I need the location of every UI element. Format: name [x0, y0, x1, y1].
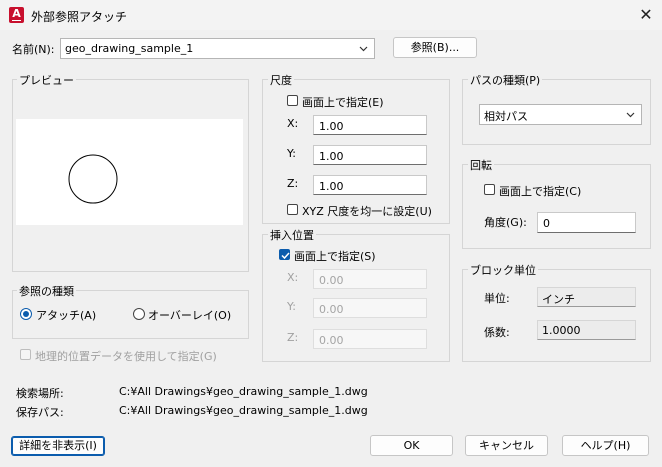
reference-type-title: 参照の種類 — [17, 283, 76, 299]
saved-path-value: C:¥All Drawings¥geo_drawing_sample_1.dwg — [119, 404, 368, 417]
overlay-label: オーバーレイ(O) — [148, 309, 232, 322]
factor-label: 係数: — [484, 326, 510, 339]
preview-title: プレビュー — [17, 72, 76, 88]
rotation-title: 回転 — [468, 157, 494, 173]
insertion-x-input[interactable]: 0.00 — [313, 269, 427, 289]
chevron-down-icon — [626, 112, 635, 118]
unit-label: 単位: — [484, 292, 510, 305]
rotation-screen-checkbox[interactable] — [484, 184, 495, 195]
insertion-z-input[interactable]: 0.00 — [313, 329, 427, 349]
attach-label: アタッチ(A) — [36, 309, 97, 322]
block-unit-group — [462, 269, 651, 362]
scale-z-label: Z: — [287, 177, 299, 190]
scale-y-label: Y: — [287, 147, 296, 160]
rotation-group — [462, 164, 651, 249]
unit-value-field: インチ — [537, 287, 636, 307]
window-title: 外部参照アタッチ — [31, 10, 128, 24]
overlay-radio[interactable] — [133, 308, 145, 320]
browse-button[interactable]: 参照(B)... — [393, 37, 477, 58]
rotation-screen-label: 画面上で指定(C) — [499, 185, 582, 198]
scale-screen-label: 画面上で指定(E) — [302, 96, 384, 109]
geo-location-checkbox[interactable] — [20, 349, 31, 360]
drawing-preview-image — [68, 154, 118, 204]
name-value: geo_drawing_sample_1 — [65, 42, 194, 55]
ok-button[interactable]: OK — [370, 435, 453, 456]
saved-path-label: 保存パス: — [16, 406, 64, 419]
insertion-screen-label: 画面上で指定(S) — [294, 250, 376, 263]
scale-title: 尺度 — [268, 72, 294, 88]
scale-x-input[interactable]: 1.00 — [313, 115, 427, 135]
found-in-path: C:¥All Drawings¥geo_drawing_sample_1.dwg — [119, 385, 368, 398]
hide-details-button[interactable]: 詳細を非表示(I) — [11, 436, 105, 456]
cancel-button[interactable]: キャンセル — [465, 435, 548, 456]
attach-radio[interactable] — [20, 308, 32, 320]
insertion-y-input[interactable]: 0.00 — [313, 298, 427, 318]
name-label: 名前(N): — [12, 43, 55, 56]
uniform-scale-label: XYZ 尺度を均一に設定(U) — [302, 205, 432, 218]
angle-input[interactable]: 0 — [537, 212, 636, 233]
factor-value-field: 1.0000 — [537, 320, 636, 340]
found-in-label: 検索場所: — [16, 387, 64, 400]
preview-canvas — [16, 119, 243, 225]
path-type-combobox[interactable]: 相対パス — [479, 104, 642, 125]
insertion-y-label: Y: — [287, 300, 296, 313]
scale-x-label: X: — [287, 117, 299, 130]
block-unit-title: ブロック単位 — [468, 262, 538, 278]
close-icon[interactable]: ✕ — [636, 5, 656, 25]
path-type-title: パスの種類(P) — [468, 72, 543, 88]
insertion-x-label: X: — [287, 271, 299, 284]
insertion-screen-checkbox[interactable] — [279, 249, 290, 260]
uniform-scale-checkbox[interactable] — [287, 204, 298, 215]
chevron-down-icon — [359, 46, 368, 52]
angle-label: 角度(G): — [484, 216, 527, 229]
help-button[interactable]: ヘルプ(H) — [562, 435, 649, 456]
insertion-title: 挿入位置 — [268, 227, 316, 243]
scale-screen-checkbox[interactable] — [287, 95, 298, 106]
checkmark-icon — [281, 252, 290, 260]
scale-y-input[interactable]: 1.00 — [313, 145, 427, 165]
name-combobox[interactable]: geo_drawing_sample_1 — [60, 38, 375, 59]
autocad-app-icon: A — [9, 7, 24, 23]
path-type-value: 相対パス — [484, 110, 528, 123]
geo-location-label: 地理的位置データを使用して指定(G) — [35, 350, 217, 363]
scale-z-input[interactable]: 1.00 — [313, 175, 427, 195]
insertion-z-label: Z: — [287, 331, 299, 344]
